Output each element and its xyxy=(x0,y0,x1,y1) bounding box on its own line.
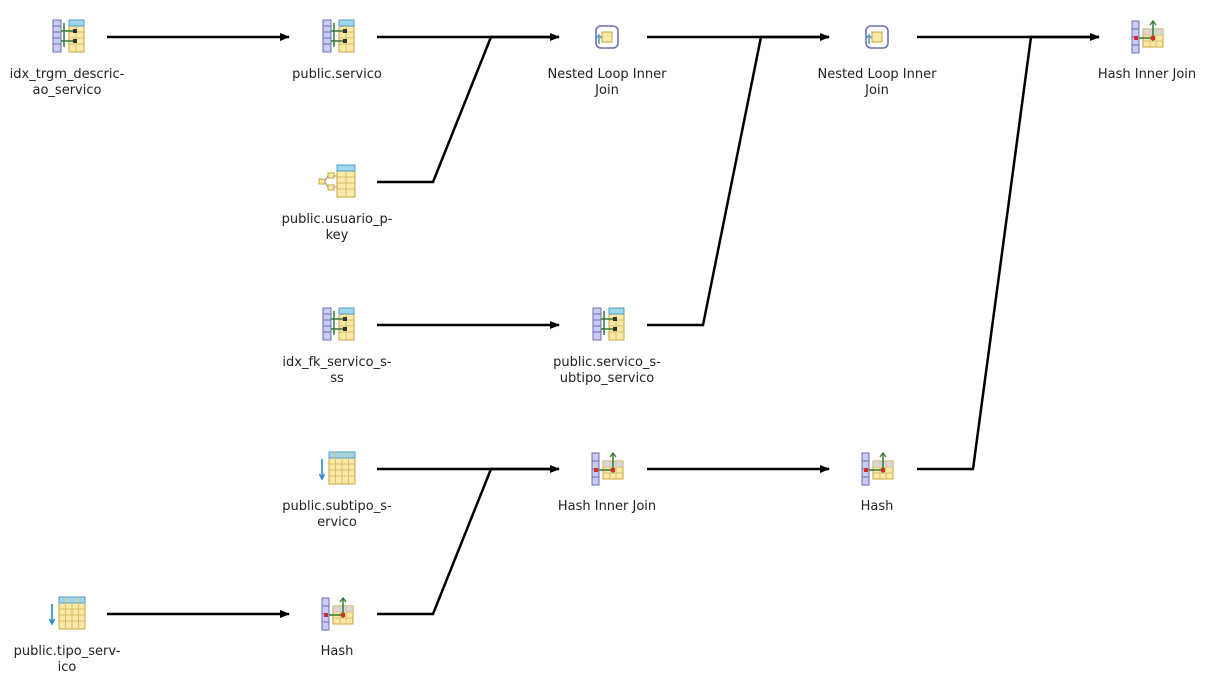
nested-loop-icon xyxy=(595,25,619,49)
hash-join-icon xyxy=(861,451,894,486)
plan-node-label: Hash xyxy=(320,644,354,659)
seq-scan-icon xyxy=(318,451,356,485)
plan-node-label: public.servico xyxy=(292,67,382,82)
plan-node-label: Nested Loop Inner Join xyxy=(817,67,937,98)
plan-node-n12[interactable]: public.tipo_serv- ico xyxy=(0,594,142,676)
plan-node-n5[interactable]: Hash Inner Join xyxy=(1072,17,1209,83)
plan-node-label: Hash Inner Join xyxy=(557,499,657,514)
plan-node-n10[interactable]: Hash Inner Join xyxy=(532,449,682,515)
plan-node-n9[interactable]: public.subtipo_s- ervico xyxy=(262,449,412,531)
index-scan-icon xyxy=(52,19,85,53)
plan-node-n13[interactable]: Hash xyxy=(262,594,412,660)
edge-n11-n5 xyxy=(917,35,1099,471)
plan-node-n2[interactable]: public.servico xyxy=(262,17,412,83)
index-scan-icon xyxy=(322,307,355,341)
nested-loop-icon xyxy=(865,25,889,49)
seq-scan-icon xyxy=(48,596,86,630)
plan-node-label: Hash xyxy=(860,499,894,514)
plan-node-n3[interactable]: Nested Loop Inner Join xyxy=(532,17,682,99)
hash-join-icon xyxy=(321,596,354,631)
plan-node-n11[interactable]: Hash xyxy=(802,449,952,515)
plan-node-n4[interactable]: Nested Loop Inner Join xyxy=(802,17,952,99)
hash-join-icon xyxy=(1131,19,1164,54)
plan-node-label: public.usuario_p- key xyxy=(281,212,393,243)
plan-node-label: idx_trgm_descric- ao_servico xyxy=(9,67,125,98)
hash-join-icon xyxy=(591,451,624,486)
plan-node-n8[interactable]: public.servico_s- ubtipo_servico xyxy=(532,305,682,387)
index-scan-icon xyxy=(592,307,625,341)
plan-node-n6[interactable]: public.usuario_p- key xyxy=(262,162,412,244)
index-scan-icon xyxy=(322,19,355,53)
plan-node-label: idx_fk_servico_s- ss xyxy=(282,355,392,386)
plan-node-n1[interactable]: idx_trgm_descric- ao_servico xyxy=(0,17,142,99)
plan-node-label: Hash Inner Join xyxy=(1097,67,1197,82)
plan-node-label: public.subtipo_s- ervico xyxy=(282,499,392,530)
plan-node-label: public.tipo_serv- ico xyxy=(13,644,121,675)
plan-node-label: Nested Loop Inner Join xyxy=(547,67,667,98)
index-only-scan-icon xyxy=(318,164,356,198)
plan-node-n7[interactable]: idx_fk_servico_s- ss xyxy=(262,305,412,387)
plan-node-label: public.servico_s- ubtipo_servico xyxy=(553,355,661,386)
